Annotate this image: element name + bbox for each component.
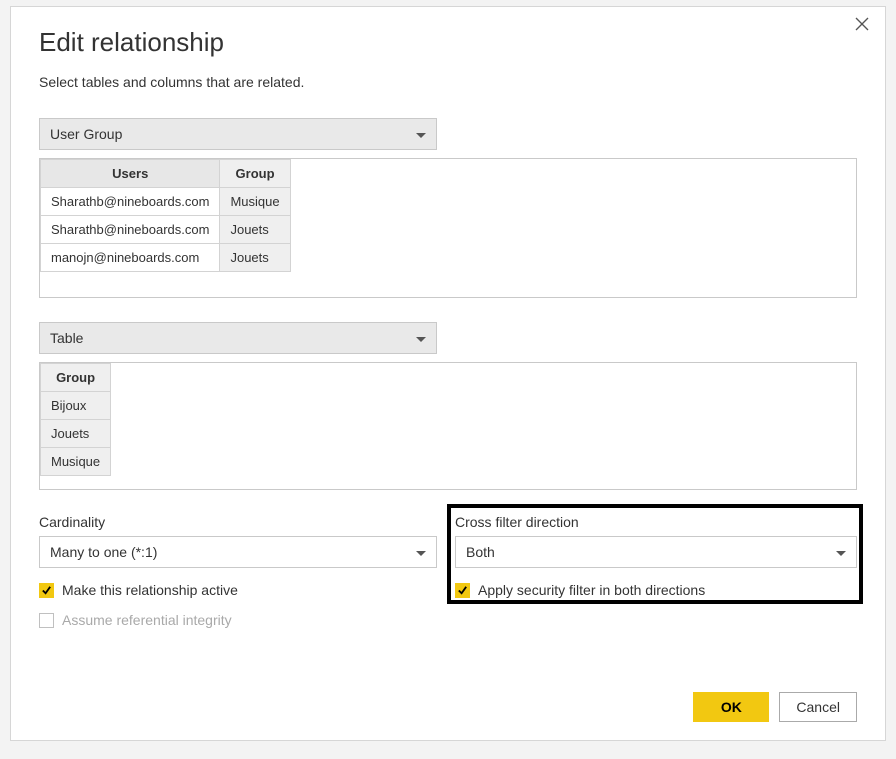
cell: Jouets <box>220 244 290 272</box>
table-row: Jouets <box>41 420 111 448</box>
make-active-checkbox[interactable]: Make this relationship active <box>39 582 437 598</box>
cell: Bijoux <box>41 392 111 420</box>
apply-security-filter-label: Apply security filter in both directions <box>478 582 705 598</box>
table-row: Musique <box>41 448 111 476</box>
chevron-down-icon <box>416 544 426 560</box>
cell: manojn@nineboards.com <box>41 244 220 272</box>
table-row: Sharathb@nineboards.com Musique <box>41 188 291 216</box>
cell: Jouets <box>41 420 111 448</box>
table-header-row: Group <box>41 364 111 392</box>
table2-dropdown[interactable]: Table <box>39 322 437 354</box>
column-header-group[interactable]: Group <box>41 364 111 392</box>
cancel-button[interactable]: Cancel <box>779 692 857 722</box>
checkbox-icon <box>39 613 54 628</box>
cell: Jouets <box>220 216 290 244</box>
referential-integrity-label: Assume referential integrity <box>62 612 232 628</box>
dialog-buttons: OK Cancel <box>693 692 857 722</box>
cardinality-value: Many to one (*:1) <box>50 544 157 560</box>
chevron-down-icon <box>836 544 846 560</box>
make-active-label: Make this relationship active <box>62 582 238 598</box>
edit-relationship-dialog: Edit relationship Select tables and colu… <box>10 6 886 741</box>
dialog-subtitle: Select tables and columns that are relat… <box>39 74 857 90</box>
table1-dropdown-label: User Group <box>50 126 122 142</box>
cell: Sharathb@nineboards.com <box>41 216 220 244</box>
options-row: Cardinality Many to one (*:1) Make this … <box>39 514 857 628</box>
checkbox-icon <box>455 583 470 598</box>
cell: Sharathb@nineboards.com <box>41 188 220 216</box>
crossfilter-value: Both <box>466 544 495 560</box>
table2-dropdown-label: Table <box>50 330 83 346</box>
checkbox-icon <box>39 583 54 598</box>
crossfilter-select[interactable]: Both <box>455 536 857 568</box>
referential-integrity-checkbox: Assume referential integrity <box>39 612 437 628</box>
table-row: Sharathb@nineboards.com Jouets <box>41 216 291 244</box>
cancel-label: Cancel <box>796 699 840 715</box>
ok-button[interactable]: OK <box>693 692 769 722</box>
table1-preview: Users Group Sharathb@nineboards.com Musi… <box>39 158 857 298</box>
apply-security-filter-checkbox[interactable]: Apply security filter in both directions <box>455 582 857 598</box>
table-row: Bijoux <box>41 392 111 420</box>
ok-label: OK <box>721 699 742 715</box>
crossfilter-col: Cross filter direction Both Apply securi… <box>455 514 857 628</box>
column-header-group[interactable]: Group <box>220 160 290 188</box>
chevron-down-icon <box>416 126 426 142</box>
cell: Musique <box>220 188 290 216</box>
table1-dropdown[interactable]: User Group <box>39 118 437 150</box>
chevron-down-icon <box>416 330 426 346</box>
column-header-users[interactable]: Users <box>41 160 220 188</box>
close-button[interactable] <box>855 17 873 35</box>
cardinality-col: Cardinality Many to one (*:1) Make this … <box>39 514 437 628</box>
dialog-title: Edit relationship <box>39 27 857 58</box>
cell: Musique <box>41 448 111 476</box>
cardinality-select[interactable]: Many to one (*:1) <box>39 536 437 568</box>
cardinality-label: Cardinality <box>39 514 437 530</box>
table-row: manojn@nineboards.com Jouets <box>41 244 291 272</box>
table-header-row: Users Group <box>41 160 291 188</box>
table2-preview: Group Bijoux Jouets Musique <box>39 362 857 490</box>
crossfilter-label: Cross filter direction <box>455 514 857 530</box>
